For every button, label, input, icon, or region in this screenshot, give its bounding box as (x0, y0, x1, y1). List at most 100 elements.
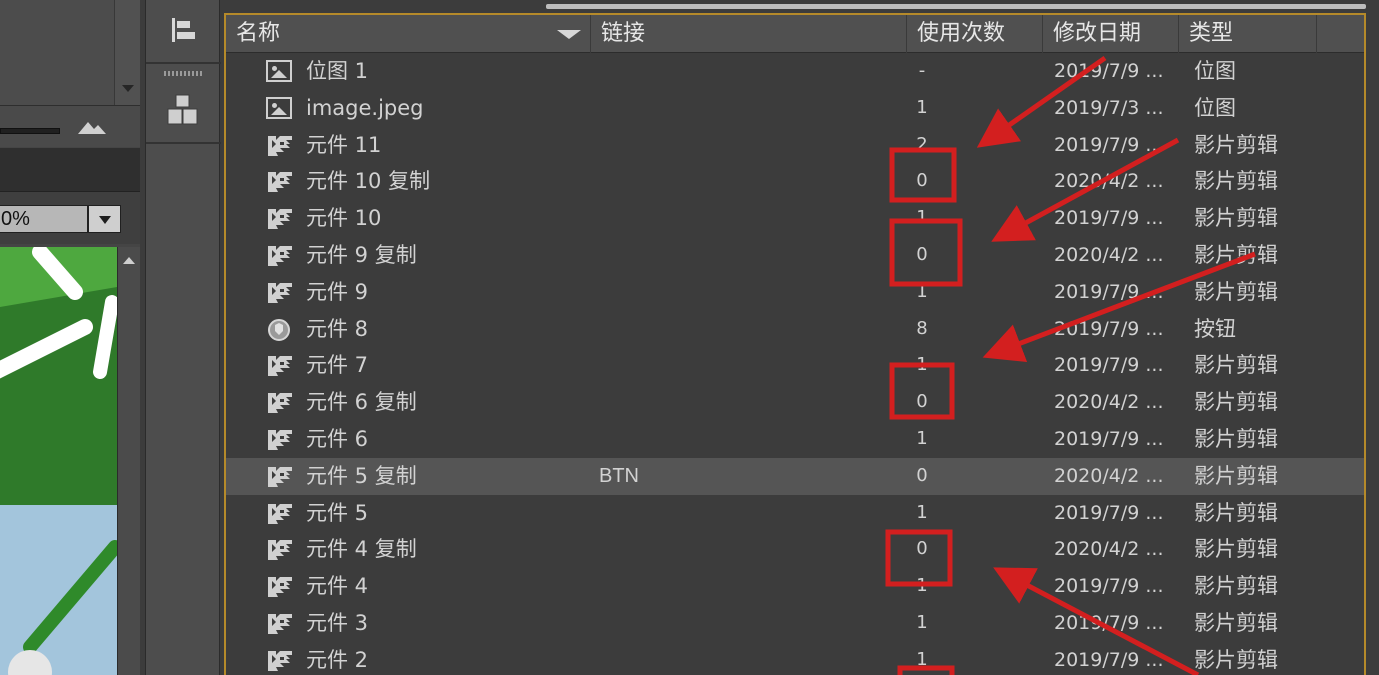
item-use-count: 8 (916, 317, 928, 339)
item-modified-date: 2019/7/9 ... (1054, 501, 1164, 524)
stage-panel: 0% (0, 0, 140, 675)
timeline-area (0, 0, 114, 105)
timeline-scrollbar[interactable] (114, 0, 140, 105)
item-name: 元件 11 (306, 132, 382, 157)
item-name: 元件 4 复制 (306, 537, 417, 562)
item-name: 元件 8 (306, 316, 369, 341)
item-modified-date: 2019/7/9 ... (1054, 354, 1164, 377)
movieclip-icon (266, 134, 294, 158)
item-name: 元件 9 (306, 279, 369, 304)
movieclip-icon (266, 428, 294, 452)
scroll-down-arrow-icon[interactable] (122, 85, 134, 92)
stage-zoom-input[interactable]: 0% (0, 205, 88, 233)
library-item-row[interactable]: 元件 10 复制 0 2020/4/2 ... 影片剪辑 (226, 163, 1364, 200)
library-item-row[interactable]: 位图 1 - 2019/7/9 ... 位图 (226, 53, 1364, 90)
movieclip-icon (266, 244, 294, 268)
movieclip-icon (266, 354, 294, 378)
mountain-icon[interactable] (76, 118, 108, 136)
scroll-up-arrow-icon[interactable] (123, 257, 135, 264)
item-type: 影片剪辑 (1194, 537, 1278, 562)
column-header-link[interactable]: 链接 (591, 15, 907, 53)
toolbar-grip[interactable] (164, 71, 202, 76)
button-icon (266, 318, 294, 342)
library-item-row[interactable]: image.jpeg 1 2019/7/3 ... 位图 (226, 90, 1364, 127)
item-modified-date: 2020/4/2 ... (1054, 243, 1164, 266)
library-item-row[interactable]: 元件 10 1 2019/7/9 ... 影片剪辑 (226, 200, 1364, 237)
side-toolbar (145, 0, 221, 675)
item-modified-date: 2019/7/9 ... (1054, 611, 1164, 634)
item-type: 影片剪辑 (1194, 647, 1278, 672)
item-use-count: 1 (916, 501, 928, 523)
item-use-count: 1 (916, 207, 928, 229)
zoom-dropdown-button[interactable] (88, 205, 121, 233)
stage-artwork (0, 247, 117, 675)
stage-canvas[interactable] (0, 247, 117, 675)
item-name: 元件 10 复制 (306, 169, 431, 194)
library-item-row[interactable]: 元件 3 1 2019/7/9 ... 影片剪辑 (226, 605, 1364, 642)
movieclip-icon (266, 538, 294, 562)
item-type: 影片剪辑 (1194, 132, 1278, 157)
item-modified-date: 2019/7/9 ... (1054, 60, 1164, 82)
item-use-count: 1 (916, 354, 928, 376)
item-use-count: 0 (916, 538, 928, 560)
item-linkage: BTN (599, 464, 639, 487)
item-type: 位图 (1194, 59, 1236, 83)
item-modified-date: 2019/7/9 ... (1054, 575, 1164, 598)
library-item-row[interactable]: 元件 7 1 2019/7/9 ... 影片剪辑 (226, 347, 1364, 384)
item-modified-date: 2019/7/9 ... (1054, 207, 1164, 230)
item-use-count: 1 (916, 575, 928, 597)
movieclip-icon (266, 575, 294, 599)
item-use-count: 0 (916, 170, 928, 192)
item-use-count: 1 (916, 427, 928, 449)
library-item-row[interactable]: 元件 6 1 2019/7/9 ... 影片剪辑 (226, 421, 1364, 458)
library-item-row[interactable]: 元件 4 1 2019/7/9 ... 影片剪辑 (226, 568, 1364, 605)
sort-descending-icon[interactable] (557, 30, 581, 39)
library-item-row[interactable]: 元件 5 复制 BTN 0 2020/4/2 ... 影片剪辑 (226, 457, 1364, 495)
library-item-row[interactable]: 元件 4 复制 0 2020/4/2 ... 影片剪辑 (226, 531, 1364, 568)
movieclip-icon (266, 391, 294, 415)
item-name: 元件 6 (306, 426, 369, 451)
movieclip-icon (266, 170, 294, 194)
item-modified-date: 2019/7/9 ... (1054, 648, 1164, 671)
column-header-uses[interactable]: 使用次数 (907, 15, 1043, 53)
item-type: 影片剪辑 (1194, 390, 1278, 415)
toolbar-divider (146, 62, 221, 64)
library-item-row[interactable]: 元件 2 1 2019/7/9 ... 影片剪辑 (226, 642, 1364, 675)
column-header-date[interactable]: 修改日期 (1043, 15, 1179, 53)
column-header-type[interactable]: 类型 (1179, 15, 1317, 53)
movieclip-icon (266, 502, 294, 526)
item-use-count: 0 (916, 243, 928, 265)
item-use-count: 1 (916, 648, 928, 670)
item-name: 元件 2 (306, 647, 369, 672)
library-table-header: 名称 链接 使用次数 修改日期 类型 (226, 15, 1364, 53)
column-header-name[interactable]: 名称 (226, 15, 591, 53)
library-icon[interactable] (166, 92, 200, 128)
align-icon[interactable] (168, 15, 198, 45)
bitmap-icon (266, 60, 294, 84)
bitmap-icon (266, 96, 292, 119)
library-item-row[interactable]: 元件 9 复制 0 2020/4/2 ... 影片剪辑 (226, 237, 1364, 274)
library-item-row[interactable]: 元件 11 2 2019/7/9 ... 影片剪辑 (226, 127, 1364, 164)
item-name: 元件 10 (306, 206, 382, 231)
stage-scrollbar[interactable] (117, 247, 140, 675)
bitmap-icon (266, 60, 292, 82)
library-item-row[interactable]: 元件 9 1 2019/7/9 ... 影片剪辑 (226, 274, 1364, 311)
movieclip-icon (266, 281, 294, 305)
item-modified-date: 2019/7/9 ... (1054, 133, 1164, 156)
library-item-list: 位图 1 - 2019/7/9 ... 位图 image.jpeg 1 2019/7/3 .… (226, 53, 1364, 675)
library-item-row[interactable]: 元件 6 复制 0 2020/4/2 ... 影片剪辑 (226, 384, 1364, 421)
movieclip-icon (266, 649, 294, 673)
item-use-count: 0 (916, 464, 928, 486)
bitmap-icon (266, 96, 294, 121)
library-item-row[interactable]: 元件 8 8 2019/7/9 ... 按钮 (226, 311, 1364, 348)
item-type: 按钮 (1194, 316, 1236, 341)
movieclip-icon (266, 612, 294, 636)
item-modified-date: 2019/7/9 ... (1054, 317, 1164, 340)
item-modified-date: 2020/4/2 ... (1054, 170, 1164, 193)
item-type: 影片剪辑 (1194, 463, 1278, 488)
stage-title-bar (0, 148, 140, 192)
library-item-row[interactable]: 元件 5 1 2019/7/9 ... 影片剪辑 (226, 495, 1364, 532)
movieclip-icon (266, 207, 294, 231)
timeline-zoom-slider[interactable] (0, 128, 60, 134)
toolbar-divider (146, 142, 221, 144)
